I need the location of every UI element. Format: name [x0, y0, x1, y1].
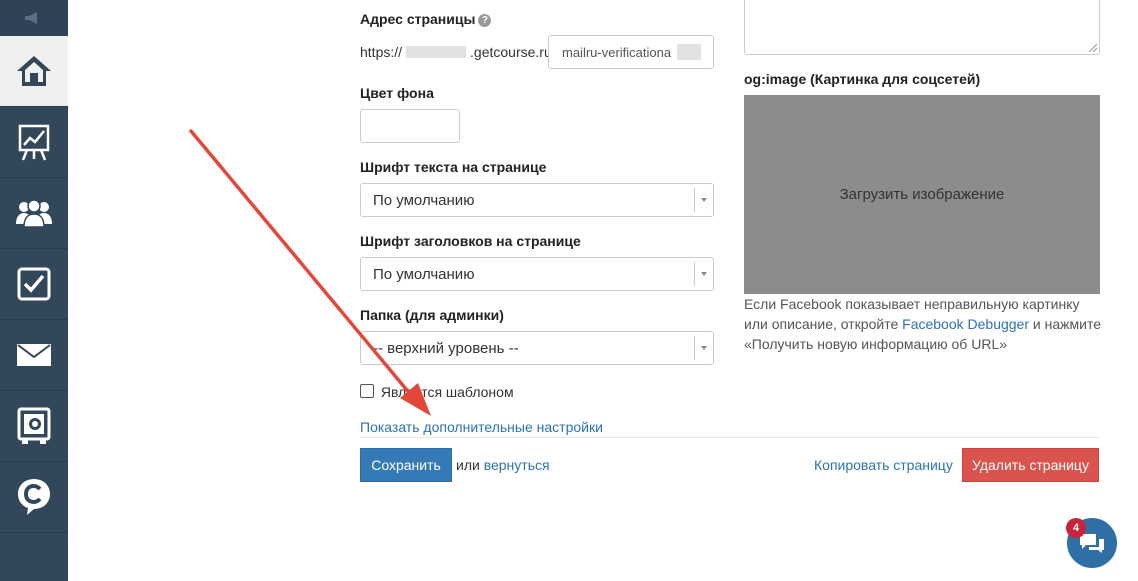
heading-font-value: По умолчанию [373, 266, 475, 283]
template-checkbox-row: Является шаблоном [360, 384, 514, 400]
sidebar-item-home[interactable] [0, 36, 68, 107]
template-checkbox[interactable] [360, 384, 374, 398]
page-slug-input[interactable]: mailru-verificationa [548, 35, 714, 69]
facebook-help-text: Если Facebook показывает неправильную ка… [744, 294, 1104, 354]
show-more-settings-link[interactable]: Показать дополнительные настройки [360, 419, 603, 435]
sidebar-item-statistics[interactable] [0, 107, 68, 178]
description-textarea[interactable] [744, 0, 1100, 55]
redacted-subdomain [406, 46, 467, 58]
help-icon[interactable]: ? [478, 14, 492, 27]
chevron-down-icon [694, 262, 713, 286]
heading-font-label: Шрифт заголовков на странице [360, 233, 581, 249]
og-image-label: og:image (Картинка для соцсетей) [744, 71, 981, 87]
delete-page-button[interactable]: Удалить страницу [962, 448, 1099, 482]
folder-label: Папка (для админки) [360, 307, 504, 323]
page-address-label-text: Адрес страницы [360, 11, 476, 27]
text-font-value: По умолчанию [373, 192, 475, 209]
redacted-slug-tail [677, 44, 701, 60]
bg-color-label: Цвет фона [360, 85, 434, 101]
heading-font-select[interactable]: По умолчанию [360, 257, 714, 291]
copy-page-link[interactable]: Копировать страницу [814, 457, 953, 473]
sidebar-item-getcourse[interactable] [0, 462, 68, 533]
folder-select[interactable]: -- верхний уровень -- [360, 331, 714, 365]
url-prefix: https:// .getcourse.ru/ [360, 44, 556, 60]
mail-icon [17, 344, 51, 366]
folder-value: -- верхний уровень -- [373, 340, 519, 357]
chevron-down-icon [694, 336, 713, 360]
url-prefix-end: .getcourse.ru/ [470, 44, 556, 60]
sidebar-item-notifications[interactable] [0, 0, 68, 37]
back-row: или вернуться [456, 457, 550, 473]
og-image-upload[interactable]: Загрузить изображение [744, 95, 1100, 294]
bg-color-input[interactable] [360, 109, 460, 143]
text-font-select[interactable]: По умолчанию [360, 183, 714, 217]
sidebar-item-mail[interactable] [0, 320, 68, 391]
page-address-label: Адрес страницы? [360, 11, 492, 27]
users-icon [16, 199, 52, 228]
home-icon [17, 56, 51, 86]
url-prefix-start: https:// [360, 44, 403, 60]
safe-icon [17, 407, 51, 444]
megaphone-icon [25, 12, 37, 24]
resize-handle-icon[interactable] [1089, 44, 1097, 52]
sidebar-item-users[interactable] [0, 178, 68, 249]
getcourse-logo-icon [18, 479, 50, 515]
chart-icon [18, 124, 50, 161]
checkbox-icon [17, 267, 51, 301]
back-link[interactable]: вернуться [484, 457, 550, 473]
or-text: или [456, 457, 480, 473]
divider [360, 437, 1099, 438]
text-font-label: Шрифт текста на странице [360, 159, 547, 175]
page-slug-value: mailru-verificationa [562, 45, 672, 60]
sidebar-item-tasks[interactable] [0, 249, 68, 320]
sidebar [0, 0, 68, 581]
save-button[interactable]: Сохранить [360, 448, 452, 482]
upload-image-label: Загрузить изображение [839, 186, 1005, 203]
chevron-down-icon [694, 188, 713, 212]
facebook-debugger-link[interactable]: Facebook Debugger [902, 316, 1029, 332]
template-checkbox-label: Является шаблоном [380, 384, 514, 400]
unread-badge: 4 [1066, 518, 1086, 538]
sidebar-item-sales[interactable] [0, 391, 68, 462]
